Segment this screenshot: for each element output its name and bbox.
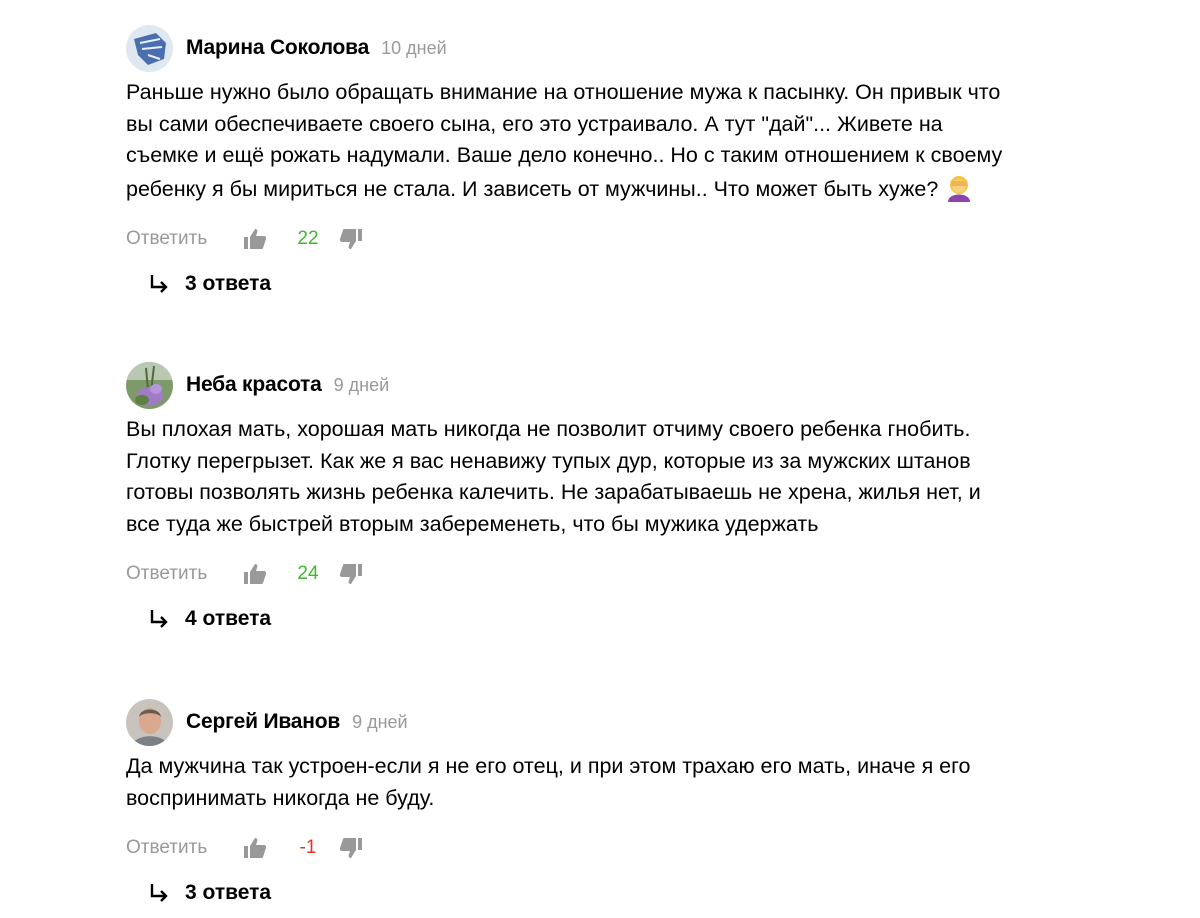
comment-actions: Ответить 24 [126, 556, 1026, 592]
comment-date: 9 дней [352, 711, 408, 732]
thumbs-up-icon[interactable] [243, 836, 267, 860]
show-replies-button[interactable]: 3 ответа [148, 267, 1026, 301]
comment-actions: Ответить -1 [126, 830, 1026, 866]
thumbs-down-icon[interactable] [339, 227, 363, 251]
comment-text: Да мужчина так устроен-если я не его оте… [126, 754, 971, 810]
comment: Неба красота 9 дней Вы плохая мать, хоро… [126, 361, 1026, 636]
thumbs-up-icon[interactable] [243, 227, 267, 251]
comment-header: Марина Соколова 10 дней [126, 24, 1026, 72]
replies-count: 4 ответа [185, 607, 272, 631]
thumbs-down-icon[interactable] [339, 562, 363, 586]
replies-count: 3 ответа [185, 881, 272, 905]
like-count: 22 [297, 228, 319, 250]
comment-header: Неба красота 9 дней [126, 361, 1026, 409]
avatar[interactable] [126, 24, 173, 72]
comment: Сергей Иванов 9 дней Да мужчина так устр… [126, 698, 1026, 910]
avatar[interactable] [126, 698, 173, 746]
comment: Марина Соколова 10 дней Раньше нужно был… [126, 24, 1026, 301]
reply-arrow-icon [148, 273, 170, 295]
woman-facepalming-icon [944, 172, 974, 202]
comment-date: 10 дней [381, 37, 447, 58]
replies-count: 3 ответа [185, 272, 272, 296]
comment-date: 9 дней [333, 374, 390, 395]
show-replies-button[interactable]: 3 ответа [148, 876, 1026, 910]
show-replies-button[interactable]: 4 ответа [148, 602, 1026, 636]
like-count: 24 [297, 563, 319, 585]
reply-arrow-icon [148, 608, 170, 630]
reply-button[interactable]: Ответить [126, 837, 243, 859]
author-name[interactable]: Марина Соколова [186, 36, 369, 60]
thumbs-down-icon[interactable] [339, 836, 363, 860]
author-name[interactable]: Сергей Иванов [186, 710, 340, 734]
reply-button[interactable]: Ответить [126, 228, 243, 250]
comment-text: Вы плохая мать, хорошая мать никогда не … [126, 417, 981, 536]
like-count: -1 [299, 837, 317, 859]
comment-header: Сергей Иванов 9 дней [126, 698, 1026, 746]
reply-arrow-icon [148, 882, 170, 904]
thumbs-up-icon[interactable] [243, 562, 267, 586]
avatar[interactable] [126, 361, 173, 409]
author-name[interactable]: Неба красота [186, 373, 322, 397]
comment-actions: Ответить 22 [126, 221, 1026, 257]
comment-text: Раньше нужно было обращать внимание на о… [126, 80, 1003, 202]
reply-button[interactable]: Ответить [126, 563, 243, 585]
